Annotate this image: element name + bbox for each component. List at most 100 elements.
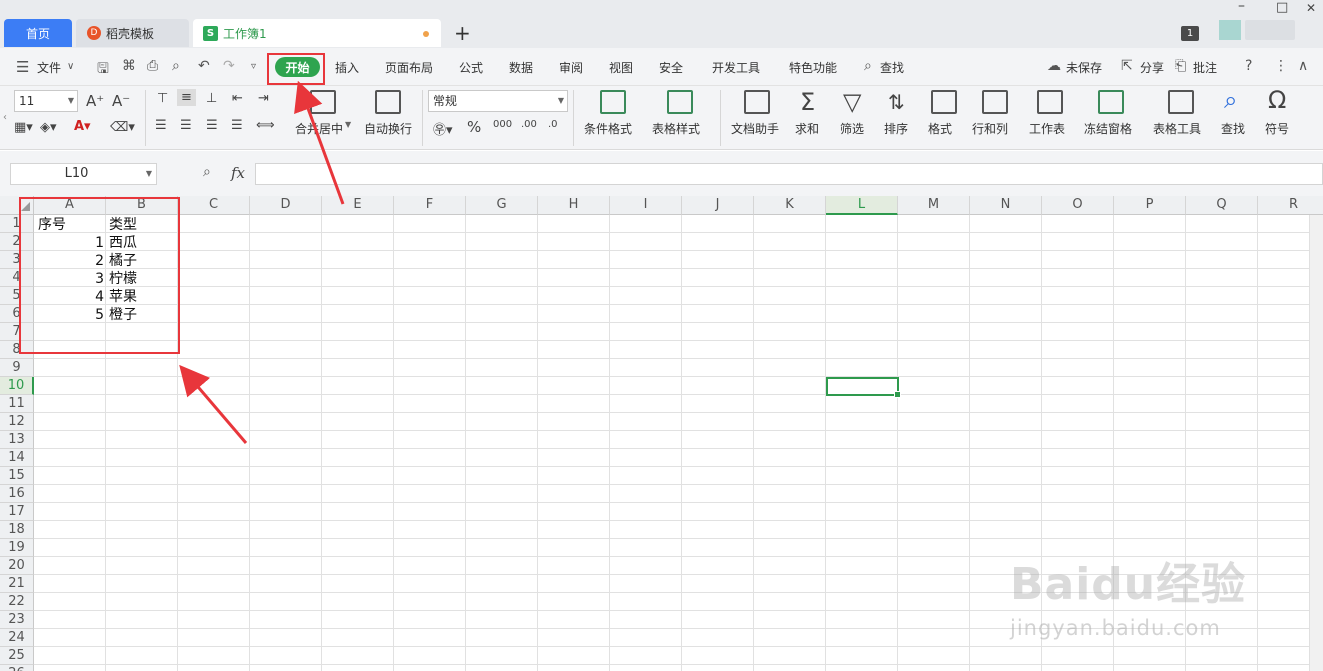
row-header-21[interactable]: 21 (0, 575, 34, 593)
menu-file[interactable]: 文件 (37, 59, 61, 76)
align-center-icon[interactable]: ☰ (180, 118, 192, 133)
column-header-M[interactable]: M (898, 196, 970, 215)
table-tools-button[interactable]: 表格工具 (1153, 120, 1201, 137)
menu-data[interactable]: 数据 (509, 59, 533, 76)
new-tab-button[interactable]: + (454, 21, 471, 45)
row-header-23[interactable]: 23 (0, 611, 34, 629)
row-header-20[interactable]: 20 (0, 557, 34, 575)
row-header-19[interactable]: 19 (0, 539, 34, 557)
fill-color-icon[interactable]: ◈▾ (40, 120, 57, 135)
vertical-scrollbar[interactable] (1309, 215, 1323, 671)
close-button[interactable]: ✕ (1306, 1, 1316, 15)
save-icon[interactable]: 🖫 (97, 58, 109, 82)
find-icon[interactable]: ⌕ (1224, 86, 1237, 114)
justify-icon[interactable]: ☰ (231, 118, 243, 133)
row-header-10[interactable]: 10 (0, 377, 34, 395)
row-header-15[interactable]: 15 (0, 467, 34, 485)
filter-icon[interactable]: ▽ (843, 88, 861, 116)
currency-icon[interactable]: ㉾▾ (433, 119, 453, 138)
row-header-25[interactable]: 25 (0, 647, 34, 665)
worksheet-button[interactable]: 工作表 (1029, 120, 1065, 137)
percent-icon[interactable]: % (467, 118, 481, 136)
font-color-icon[interactable]: A▾ (74, 119, 91, 134)
column-header-R[interactable]: R (1258, 196, 1323, 215)
column-header-C[interactable]: C (178, 196, 250, 215)
row-header-14[interactable]: 14 (0, 449, 34, 467)
table-style-icon[interactable] (667, 90, 693, 114)
increase-indent-icon[interactable]: ⇥ (258, 91, 269, 106)
row-header-22[interactable]: 22 (0, 593, 34, 611)
row-col-icon[interactable] (982, 90, 1008, 114)
conditional-format-button[interactable]: 条件格式 (584, 120, 632, 137)
menu-formula[interactable]: 公式 (459, 59, 483, 76)
thousands-separator-icon[interactable]: 000 (493, 119, 512, 130)
align-bottom-icon[interactable]: ⊥ (206, 91, 217, 106)
column-header-J[interactable]: J (682, 196, 754, 215)
increase-font-icon[interactable]: A⁺ (86, 92, 104, 110)
sort-button[interactable]: 排序 (884, 120, 908, 137)
format-painter-icon[interactable]: ⌘ (122, 58, 136, 74)
column-header-N[interactable]: N (970, 196, 1042, 215)
window-count-badge[interactable]: 1 (1181, 26, 1199, 41)
cloud-icon[interactable]: ☁ (1047, 58, 1061, 74)
column-header-L[interactable]: L (826, 196, 898, 215)
chevron-down-icon[interactable]: ∨ (67, 61, 74, 72)
menu-page-layout[interactable]: 页面布局 (385, 59, 433, 76)
merge-center-button[interactable]: 合并居中 (295, 120, 343, 137)
row-header-9[interactable]: 9 (0, 359, 34, 377)
tab-home[interactable]: 首页 (4, 19, 72, 47)
symbol-icon[interactable]: Ω (1268, 86, 1286, 114)
column-header-H[interactable]: H (538, 196, 610, 215)
column-header-D[interactable]: D (250, 196, 322, 215)
formula-input[interactable] (255, 163, 1323, 185)
decrease-decimal-icon[interactable]: .0 (548, 119, 558, 130)
format-button[interactable]: 格式 (928, 120, 952, 137)
sort-icon[interactable]: ⇅ (888, 90, 905, 114)
redo-icon[interactable]: ↷ (223, 58, 235, 74)
align-middle-icon[interactable]: ≡ (177, 89, 196, 106)
row-col-button[interactable]: 行和列 (972, 120, 1008, 137)
column-header-O[interactable]: O (1042, 196, 1114, 215)
column-header-G[interactable]: G (466, 196, 538, 215)
doc-assistant-button[interactable]: 文档助手 (731, 120, 779, 137)
row-header-12[interactable]: 12 (0, 413, 34, 431)
increase-decimal-icon[interactable]: .00 (521, 119, 537, 130)
table-style-button[interactable]: 表格样式 (652, 120, 700, 137)
font-size-select[interactable]: 11 ▼ (14, 90, 78, 112)
hamburger-menu-icon[interactable]: ☰ (16, 58, 29, 76)
minimize-button[interactable]: – (1238, 0, 1245, 14)
ribbon-scroll-left-icon[interactable]: ‹ (3, 112, 7, 123)
menu-developer[interactable]: 开发工具 (712, 59, 760, 76)
row-header-18[interactable]: 18 (0, 521, 34, 539)
column-header-K[interactable]: K (754, 196, 826, 215)
share-icon[interactable]: ⇱ (1121, 58, 1133, 74)
fx-icon[interactable]: fx (231, 164, 245, 182)
comment-icon[interactable]: ⎗ (1175, 58, 1186, 74)
row-header-11[interactable]: 11 (0, 395, 34, 413)
column-header-P[interactable]: P (1114, 196, 1186, 215)
account-name-placeholder[interactable] (1245, 20, 1295, 40)
row-header-13[interactable]: 13 (0, 431, 34, 449)
menu-share[interactable]: 分享 (1140, 59, 1164, 76)
borders-icon[interactable]: ▦▾ (14, 120, 33, 135)
freeze-panes-icon[interactable] (1098, 90, 1124, 114)
distribute-icon[interactable]: ⟺ (256, 118, 275, 133)
menu-security[interactable]: 安全 (659, 59, 683, 76)
row-header-17[interactable]: 17 (0, 503, 34, 521)
tab-workbook1[interactable]: S 工作簿1 (193, 19, 441, 47)
column-header-F[interactable]: F (394, 196, 466, 215)
align-right-icon[interactable]: ☰ (206, 118, 218, 133)
wrap-text-button[interactable]: 自动换行 (364, 120, 412, 137)
selected-cell-L10[interactable] (826, 377, 901, 398)
row-header-16[interactable]: 16 (0, 485, 34, 503)
symbol-button[interactable]: 符号 (1265, 120, 1289, 137)
search-icon[interactable]: ⌕ (864, 58, 872, 74)
chevron-down-icon[interactable]: ▼ (345, 120, 351, 129)
maximize-button[interactable]: □ (1276, 0, 1288, 15)
column-header-I[interactable]: I (610, 196, 682, 215)
row-header-26[interactable]: 26 (0, 665, 34, 671)
help-icon[interactable]: ? (1245, 58, 1252, 74)
align-top-icon[interactable]: ⊤ (157, 91, 168, 106)
number-format-select[interactable]: 常规 ▼ (428, 90, 568, 112)
tab-docer-templates[interactable]: D 稻壳模板 (76, 19, 189, 47)
